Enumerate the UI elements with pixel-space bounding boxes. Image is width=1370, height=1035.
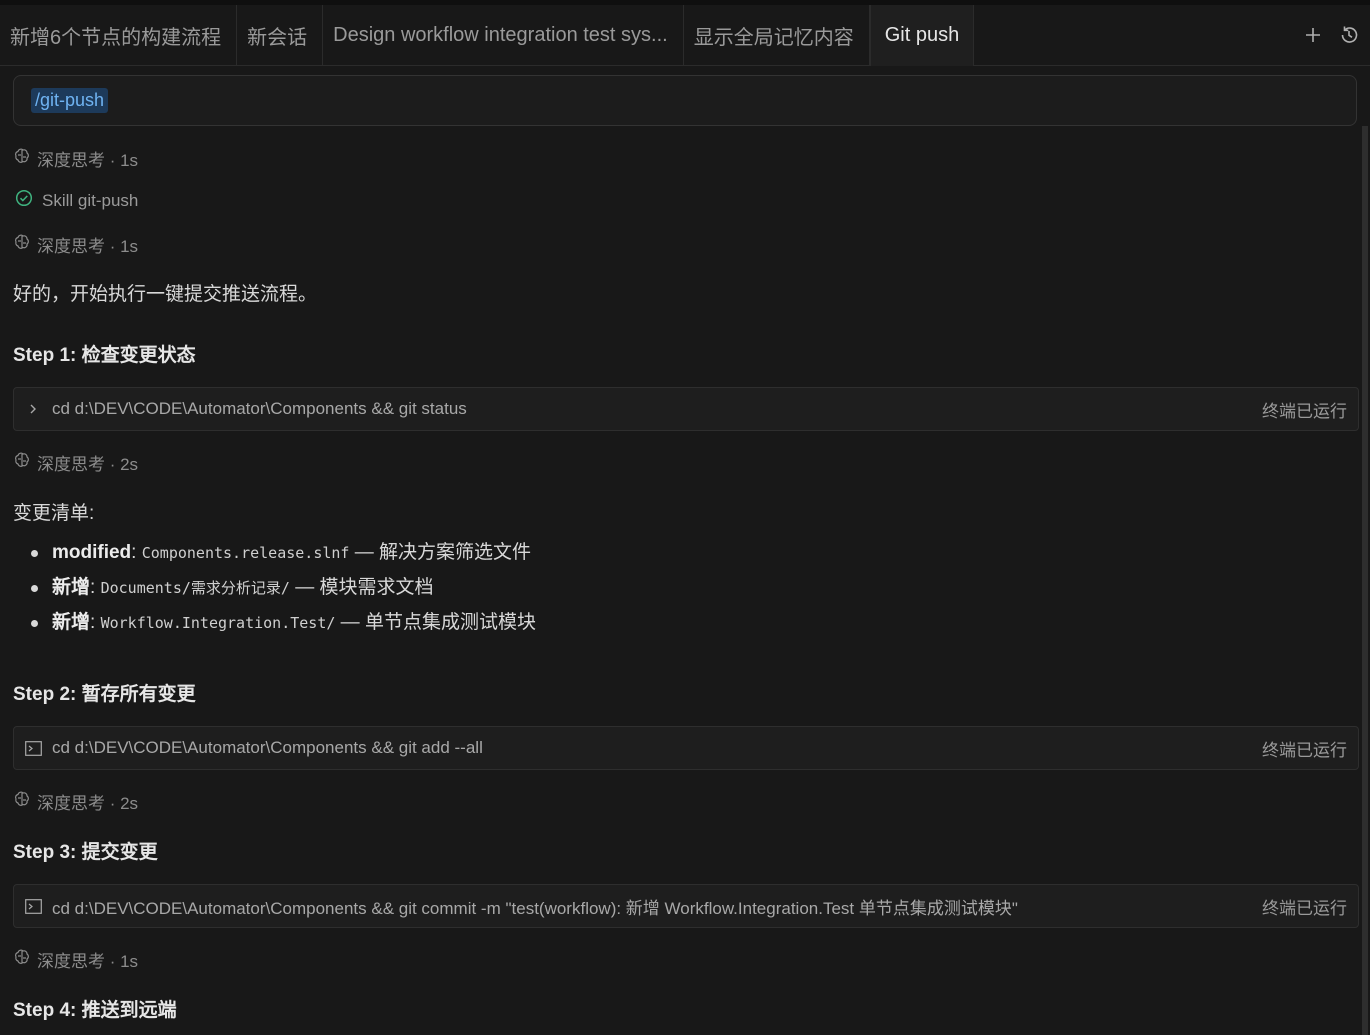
changes-list: modified: Components.release.slnf — 解决方案… bbox=[13, 535, 536, 640]
tab-label: Design workflow integration test sys... bbox=[333, 23, 668, 46]
step-heading: Step 4: 推送到远端 bbox=[13, 1000, 177, 1021]
tab-global-memory[interactable]: 显示全局记忆内容 bbox=[684, 5, 870, 65]
step-heading: Step 2: 暂存所有变更 bbox=[13, 684, 196, 705]
terminal-command[interactable]: cd d:\DEV\CODE\Automator\Components && g… bbox=[13, 726, 1359, 770]
list-item: modified: Components.release.slnf — 解决方案… bbox=[13, 535, 536, 570]
brain-icon bbox=[13, 790, 31, 813]
tab-bar: 新增6个节点的构建流程 新会话 Design workflow integrat… bbox=[0, 0, 1370, 66]
command-text: cd d:\DEV\CODE\Automator\Components && g… bbox=[52, 738, 483, 757]
command-status: 终端已运行 bbox=[1262, 401, 1347, 421]
command-text: cd d:\DEV\CODE\Automator\Components && g… bbox=[52, 898, 1018, 918]
scrollbar-thumb[interactable] bbox=[1362, 126, 1368, 1035]
thinking-label: 深度思考 · 1s bbox=[37, 151, 139, 170]
scrollbar[interactable] bbox=[1360, 66, 1370, 1035]
terminal-command[interactable]: cd d:\DEV\CODE\Automator\Components && g… bbox=[13, 387, 1359, 431]
thinking-label: 深度思考 · 2s bbox=[37, 794, 139, 813]
tab-label: 新增6个节点的构建流程 bbox=[10, 26, 222, 49]
user-prompt: /git-push bbox=[13, 75, 1357, 126]
change-path: Components.release.slnf bbox=[141, 544, 350, 562]
terminal-command[interactable]: cd d:\DEV\CODE\Automator\Components && g… bbox=[13, 884, 1359, 928]
change-desc: — 解决方案筛选文件 bbox=[349, 542, 532, 563]
thinking-indicator[interactable]: 深度思考 · 1s bbox=[13, 146, 138, 171]
command-status: 终端已运行 bbox=[1262, 898, 1347, 918]
thinking-indicator[interactable]: 深度思考 · 2s bbox=[13, 450, 138, 475]
chevron-right-icon[interactable] bbox=[14, 403, 52, 415]
thinking-label: 深度思考 · 2s bbox=[37, 455, 139, 474]
change-desc: — 模块需求文档 bbox=[289, 577, 434, 598]
tab-design-workflow[interactable]: Design workflow integration test sys... bbox=[323, 5, 684, 65]
change-kind: modified bbox=[52, 542, 132, 563]
step-heading: Step 3: 提交变更 bbox=[13, 842, 158, 863]
tab-build-flow[interactable]: 新增6个节点的构建流程 bbox=[0, 5, 238, 65]
tab-label: Git push bbox=[884, 24, 960, 46]
thinking-indicator[interactable]: 深度思考 · 2s bbox=[13, 789, 138, 814]
command-text: cd d:\DEV\CODE\Automator\Components && g… bbox=[52, 399, 467, 418]
slash-command-chip[interactable]: /git-push bbox=[31, 88, 109, 113]
assistant-intro: 好的，开始执行一键提交推送流程。 bbox=[13, 284, 318, 305]
changes-title: 变更清单: bbox=[13, 503, 95, 524]
tab-label: 显示全局记忆内容 bbox=[693, 26, 854, 49]
terminal-icon bbox=[14, 740, 52, 756]
brain-icon bbox=[13, 233, 31, 256]
tab-new-session[interactable]: 新会话 bbox=[237, 5, 324, 65]
brain-icon bbox=[13, 147, 31, 170]
list-item: 新增: Documents/需求分析记录/ — 模块需求文档 bbox=[13, 570, 536, 605]
thinking-label: 深度思考 · 1s bbox=[37, 952, 139, 971]
brain-icon bbox=[13, 948, 31, 971]
change-kind: 新增 bbox=[52, 577, 91, 598]
skill-label: Skill git-push bbox=[42, 190, 139, 210]
brain-icon bbox=[13, 451, 31, 474]
step-heading: Step 1: 检查变更状态 bbox=[13, 345, 196, 366]
thinking-indicator[interactable]: 深度思考 · 1s bbox=[13, 232, 138, 257]
change-path: Workflow.Integration.Test/ bbox=[100, 614, 336, 632]
change-desc: — 单节点集成测试模块 bbox=[335, 612, 536, 633]
thinking-label: 深度思考 · 1s bbox=[37, 237, 139, 256]
change-kind: 新增 bbox=[52, 612, 91, 633]
terminal-icon bbox=[14, 898, 52, 914]
change-separator: : bbox=[90, 612, 101, 633]
check-circle-icon bbox=[15, 189, 33, 212]
plus-icon[interactable] bbox=[1302, 24, 1324, 46]
command-status: 终端已运行 bbox=[1262, 740, 1347, 760]
history-icon[interactable] bbox=[1338, 24, 1360, 46]
skill-indicator[interactable]: Skill git-push bbox=[15, 189, 138, 212]
change-separator: : bbox=[90, 577, 101, 598]
tab-actions bbox=[1302, 5, 1370, 65]
tab-label: 新会话 bbox=[247, 26, 308, 49]
thinking-indicator[interactable]: 深度思考 · 1s bbox=[13, 947, 138, 972]
change-separator: : bbox=[131, 542, 142, 563]
change-path: Documents/需求分析记录/ bbox=[100, 579, 290, 597]
list-item: 新增: Workflow.Integration.Test/ — 单节点集成测试… bbox=[13, 605, 536, 640]
tab-git-push[interactable]: Git push bbox=[869, 5, 975, 66]
